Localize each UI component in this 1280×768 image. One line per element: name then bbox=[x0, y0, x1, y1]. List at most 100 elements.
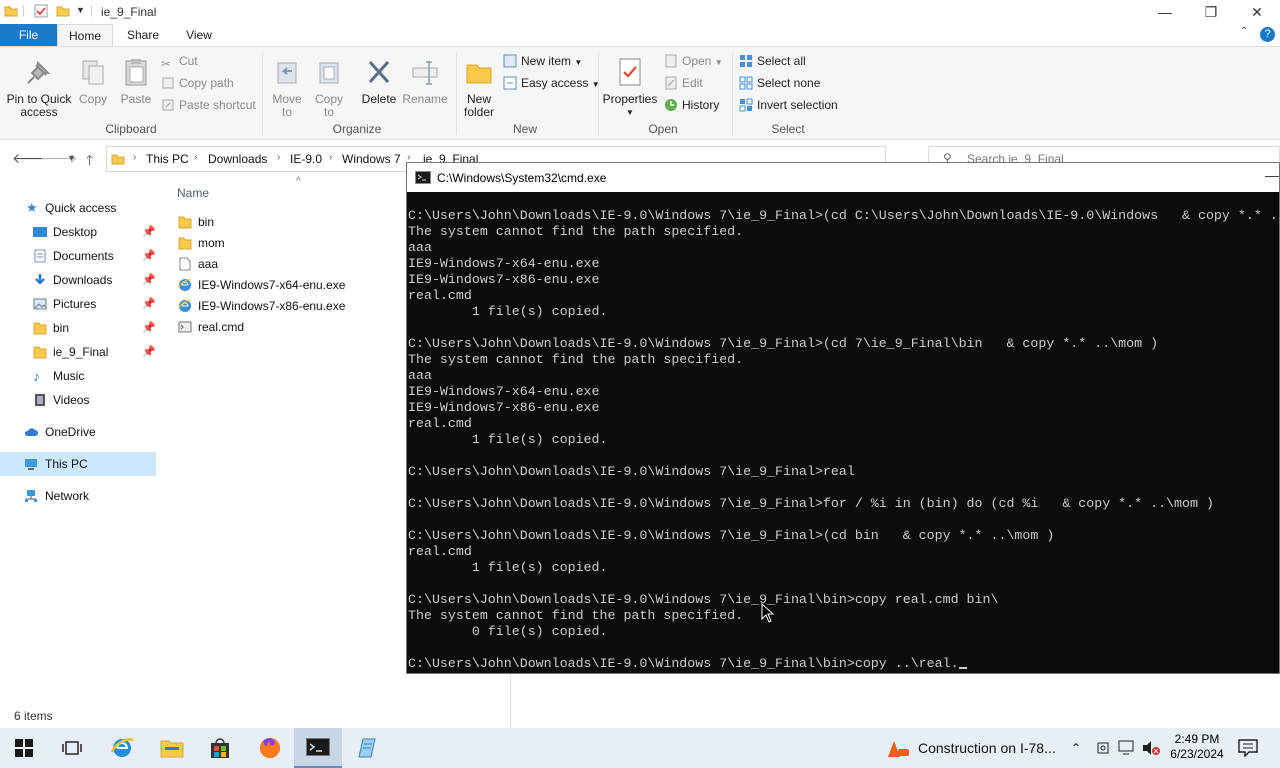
close-button[interactable]: ✕ bbox=[1234, 0, 1280, 24]
open-button[interactable]: Open ▼ bbox=[664, 51, 723, 71]
nav-network[interactable]: Network bbox=[0, 484, 160, 508]
volume-muted-icon[interactable] bbox=[1142, 740, 1160, 756]
nav-onedrive[interactable]: OneDrive bbox=[0, 420, 160, 444]
cmd-window[interactable]: C:\Windows\System32\cmd.exe — C:\Users\J… bbox=[406, 162, 1280, 674]
tab-file[interactable]: File bbox=[0, 24, 57, 46]
console-line: real.cmd bbox=[408, 544, 472, 559]
nav-item-label: Music bbox=[53, 369, 85, 383]
console-line: IE9-Windows7-x64-enu.exe bbox=[408, 384, 600, 399]
new-folder-button[interactable]: New folder bbox=[460, 57, 498, 119]
edit-button[interactable]: Edit bbox=[664, 73, 703, 93]
taskbar-notepad[interactable] bbox=[344, 728, 392, 768]
breadcrumb-ie-9[interactable]: IE-9.0 bbox=[290, 152, 322, 166]
nav-item-music[interactable]: ♪ Music bbox=[0, 364, 160, 388]
paste-button[interactable]: Paste bbox=[118, 57, 154, 106]
recent-locations-chevron-icon[interactable]: ▼ bbox=[67, 153, 76, 163]
properties-check-icon[interactable] bbox=[34, 4, 48, 18]
taskbar-firefox[interactable] bbox=[246, 728, 294, 768]
select-all-button[interactable]: Select all bbox=[739, 51, 806, 71]
console-line: The system cannot find the path specifie… bbox=[408, 608, 744, 623]
list-item[interactable]: IE9-Windows7-x86-enu.exe bbox=[178, 296, 345, 317]
list-item[interactable]: bin bbox=[178, 212, 214, 233]
minimize-button[interactable]: — bbox=[1142, 0, 1188, 24]
cut-label: Cut bbox=[179, 54, 198, 68]
task-view-button[interactable] bbox=[48, 728, 96, 768]
nav-item-videos[interactable]: Videos bbox=[0, 388, 160, 412]
easy-access-icon bbox=[503, 76, 517, 90]
cut-button[interactable]: ✂ Cut bbox=[161, 51, 198, 71]
nav-network-label: Network bbox=[45, 489, 90, 503]
start-button[interactable] bbox=[0, 728, 48, 768]
taskbar-store[interactable] bbox=[196, 728, 244, 768]
clock[interactable]: 2:49 PM 6/23/2024 bbox=[1168, 732, 1226, 762]
restore-button[interactable]: ❐ bbox=[1188, 0, 1234, 24]
copy-to-button[interactable]: Copy to bbox=[310, 57, 348, 119]
list-item[interactable]: mom bbox=[178, 233, 225, 254]
text-cursor bbox=[958, 667, 967, 669]
copy-path-icon bbox=[162, 77, 174, 89]
file-name: mom bbox=[198, 236, 225, 250]
nav-item-bin[interactable]: bin 📌 bbox=[0, 316, 160, 340]
select-none-button[interactable]: Select none bbox=[739, 73, 820, 93]
show-hidden-icons-chevron-icon[interactable]: ⌃ bbox=[1071, 728, 1081, 768]
properties-button[interactable]: Properties ▼ bbox=[602, 57, 658, 119]
list-item[interactable]: aaa bbox=[178, 254, 218, 275]
history-button[interactable]: History bbox=[664, 95, 719, 115]
construction-traffic-icon[interactable] bbox=[886, 737, 910, 759]
action-center-icon[interactable] bbox=[1238, 739, 1258, 757]
column-header-name[interactable]: Name bbox=[177, 186, 209, 200]
folder-icon bbox=[111, 154, 125, 165]
console-line: aaa bbox=[408, 368, 432, 383]
taskbar-cmd[interactable] bbox=[294, 728, 342, 768]
taskbar-file-explorer[interactable] bbox=[148, 728, 196, 768]
delete-button[interactable]: Delete bbox=[360, 57, 398, 106]
chevron-down-icon[interactable]: ⌃ bbox=[1240, 26, 1248, 37]
new-folder-label: New folder bbox=[463, 92, 495, 119]
cmd-title-bar[interactable]: C:\Windows\System32\cmd.exe — bbox=[407, 163, 1279, 192]
history-label: History bbox=[682, 98, 720, 112]
list-item[interactable]: real.cmd bbox=[178, 317, 244, 338]
tab-home[interactable]: Home bbox=[57, 24, 113, 46]
cmd-icon bbox=[415, 171, 431, 184]
invert-selection-button[interactable]: Invert selection bbox=[739, 95, 838, 115]
rename-button[interactable]: Rename bbox=[402, 57, 448, 106]
nav-this-pc[interactable]: This PC bbox=[0, 452, 156, 476]
list-item[interactable]: IE9-Windows7-x64-enu.exe bbox=[178, 275, 345, 296]
console-line: 0 file(s) copied. bbox=[408, 624, 608, 639]
ribbon-tabs: File Home Share View ⌃ ? bbox=[0, 24, 1280, 46]
nav-item-desktop[interactable]: Desktop 📌 bbox=[0, 220, 160, 244]
tab-share[interactable]: Share bbox=[118, 24, 168, 46]
nav-item-ie-9-final[interactable]: ie_9_Final 📌 bbox=[0, 340, 160, 364]
news-notification[interactable]: Construction on I-78... bbox=[918, 728, 1056, 768]
device-icon[interactable] bbox=[1096, 741, 1110, 755]
select-none-label: Select none bbox=[757, 76, 821, 90]
help-button[interactable]: ? bbox=[1260, 27, 1275, 42]
tab-view[interactable]: View bbox=[174, 24, 224, 46]
copy-path-button[interactable]: Copy path bbox=[161, 73, 234, 93]
ribbon-separator bbox=[456, 53, 457, 135]
pin-to-quick-access-button[interactable]: Pin to Quick access bbox=[6, 57, 72, 119]
new-item-button[interactable]: New item ▼ bbox=[503, 51, 582, 71]
ribbon-separator bbox=[732, 53, 733, 135]
copy-to-icon bbox=[319, 62, 339, 84]
breadcrumb-downloads[interactable]: Downloads bbox=[208, 152, 267, 166]
customize-qa-chevron-icon[interactable]: ▼ bbox=[76, 5, 85, 15]
move-to-button[interactable]: Move to bbox=[268, 57, 306, 119]
pin-icon: 📌 bbox=[142, 322, 156, 334]
breadcrumb-this-pc[interactable]: This PC bbox=[146, 152, 189, 166]
taskbar-internet-explorer[interactable] bbox=[98, 728, 146, 768]
nav-quick-access[interactable]: ★ Quick access bbox=[0, 196, 160, 220]
cmd-console[interactable]: C:\Users\John\Downloads\IE-9.0\Windows 7… bbox=[407, 192, 1279, 674]
easy-access-button[interactable]: Easy access ▼ bbox=[503, 73, 600, 93]
nav-item-downloads[interactable]: Downloads 📌 bbox=[0, 268, 160, 292]
copy-button[interactable]: Copy bbox=[76, 57, 110, 106]
new-folder-qa-icon[interactable] bbox=[56, 4, 70, 18]
paste-shortcut-button[interactable]: Paste shortcut bbox=[161, 95, 256, 115]
minimize-icon[interactable]: — bbox=[1265, 167, 1279, 183]
nav-item-pictures[interactable]: Pictures 📌 bbox=[0, 292, 160, 316]
breadcrumb-windows-7[interactable]: Windows 7 bbox=[342, 152, 401, 166]
network-status-icon[interactable] bbox=[1118, 740, 1136, 756]
windows-logo-icon bbox=[15, 739, 33, 757]
nav-item-documents[interactable]: Documents 📌 bbox=[0, 244, 160, 268]
up-arrow-icon[interactable]: 🡑 bbox=[86, 150, 93, 174]
